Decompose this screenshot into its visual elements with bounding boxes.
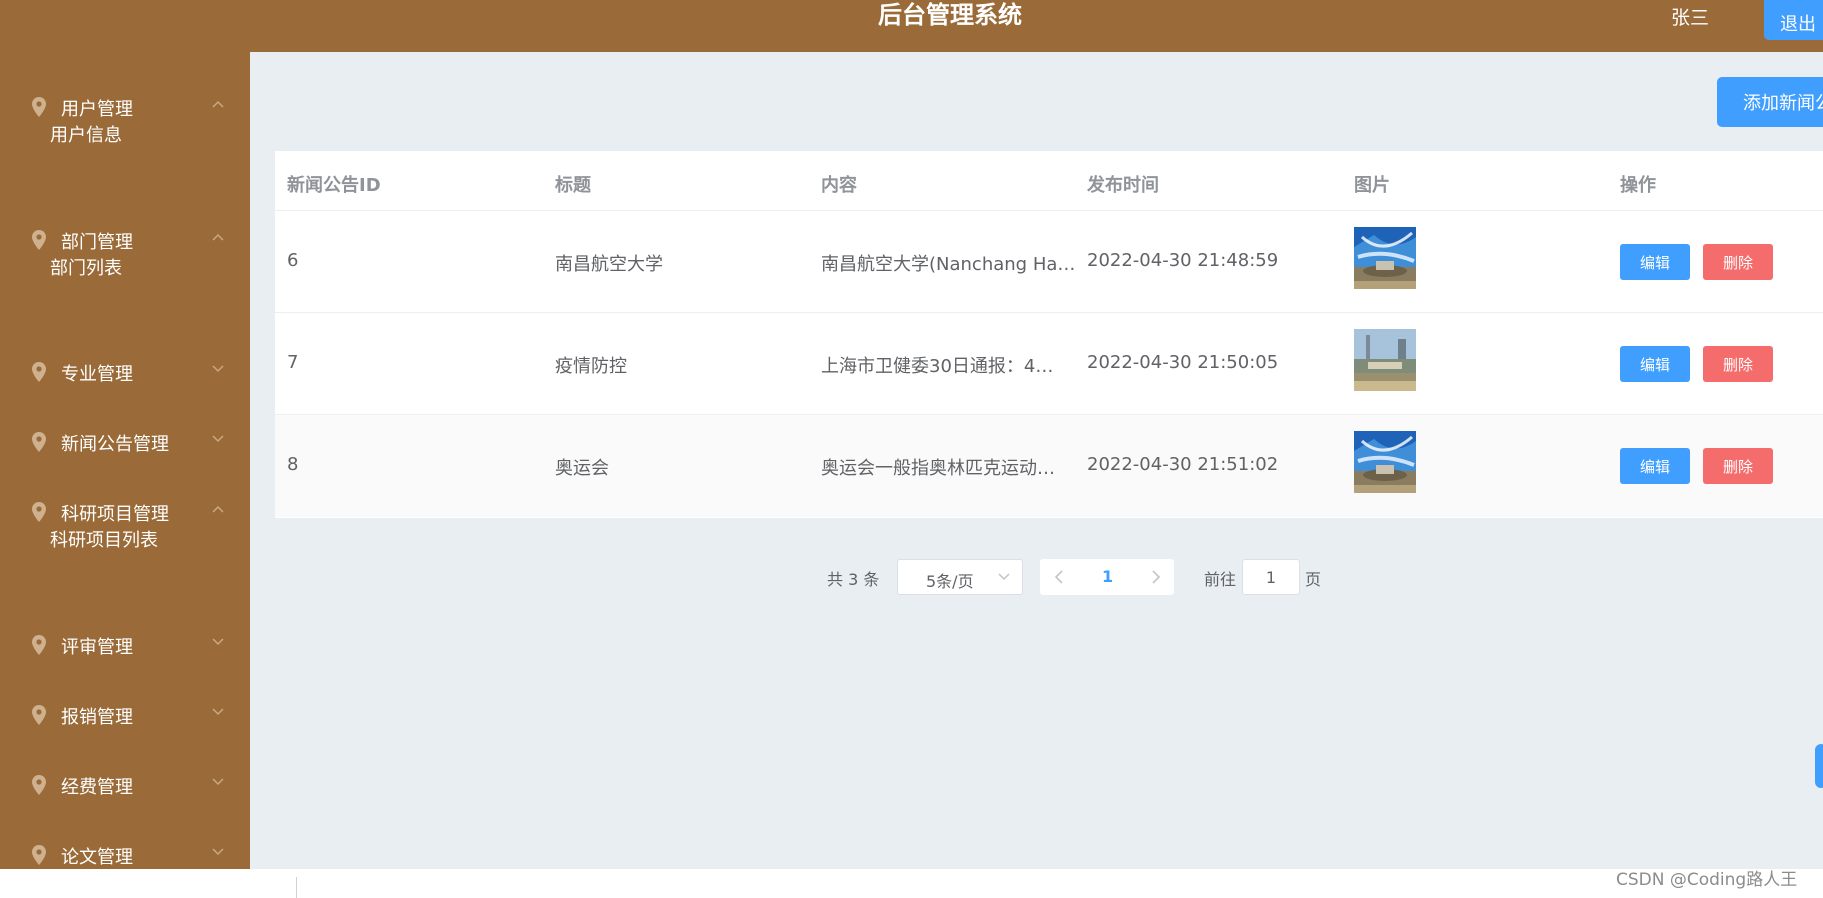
location-pin-icon xyxy=(32,362,46,382)
page-size-select[interactable]: 5条/页 xyxy=(897,559,1023,595)
menu-major-management[interactable]: 专业管理 xyxy=(0,352,250,392)
location-pin-icon xyxy=(32,705,46,725)
delete-button[interactable]: 删除 xyxy=(1703,346,1773,382)
chevron-down-icon xyxy=(998,573,1010,581)
column-header-image: 图片 xyxy=(1354,175,1390,196)
news-image-thumbnail[interactable] xyxy=(1354,227,1416,289)
sidebar-item-department-list[interactable]: 部门列表 xyxy=(50,254,122,280)
menu-funding-management[interactable]: 经费管理 xyxy=(0,765,250,805)
chevron-down-icon xyxy=(212,638,224,646)
edit-button[interactable]: 编辑 xyxy=(1620,346,1690,382)
cell-content: 奥运会一般指奥林匹克运动… xyxy=(821,458,1055,479)
bottom-divider xyxy=(296,877,297,898)
menu-label: 论文管理 xyxy=(61,847,133,868)
column-header-content: 内容 xyxy=(821,175,857,196)
news-image-thumbnail[interactable] xyxy=(1354,431,1416,493)
column-header-time: 发布时间 xyxy=(1087,175,1159,196)
location-pin-icon xyxy=(32,635,46,655)
goto-label: 前往 xyxy=(1204,570,1237,589)
chevron-up-icon xyxy=(212,233,224,241)
chevron-up-icon xyxy=(212,505,224,513)
cell-content: 上海市卫健委30日通报：4… xyxy=(821,356,1054,377)
menu-news-management[interactable]: 新闻公告管理 xyxy=(0,422,250,462)
news-image-thumbnail[interactable] xyxy=(1354,329,1416,391)
chevron-down-icon xyxy=(212,708,224,716)
app-title: 后台管理系统 xyxy=(878,1,1022,29)
menu-label: 部门管理 xyxy=(61,232,133,253)
delete-button[interactable]: 删除 xyxy=(1703,244,1773,280)
chevron-down-icon xyxy=(212,848,224,856)
location-pin-icon xyxy=(32,845,46,865)
top-bar: 后台管理系统 张三 退出 xyxy=(0,0,1823,52)
menu-user-management[interactable]: 用户管理 xyxy=(0,87,250,127)
chevron-left-icon[interactable] xyxy=(1053,569,1065,585)
location-pin-icon xyxy=(32,502,46,522)
menu-review-management[interactable]: 评审管理 xyxy=(0,625,250,665)
sidebar-item-user-info[interactable]: 用户信息 xyxy=(50,121,122,147)
menu-label: 经费管理 xyxy=(61,777,133,798)
chevron-right-icon[interactable] xyxy=(1150,569,1162,585)
news-table: 新闻公告ID 标题 内容 发布时间 图片 操作 6 南昌航空大学 南昌航空大学(… xyxy=(275,151,1823,518)
menu-label: 新闻公告管理 xyxy=(61,434,169,455)
menu-department-management[interactable]: 部门管理 xyxy=(0,220,250,260)
delete-button[interactable]: 删除 xyxy=(1703,448,1773,484)
column-header-id: 新闻公告ID xyxy=(287,175,381,196)
goto-suffix: 页 xyxy=(1305,570,1322,589)
table-row: 7 疫情防控 上海市卫健委30日通报：4… 2022-04-30 21:50:0… xyxy=(275,313,1823,415)
cell-time: 2022-04-30 21:51:02 xyxy=(1087,454,1279,475)
bottom-strip xyxy=(0,869,1823,898)
side-drawer-handle[interactable] xyxy=(1815,744,1823,788)
chevron-down-icon xyxy=(212,365,224,373)
cell-id: 6 xyxy=(287,250,299,271)
menu-label: 科研项目管理 xyxy=(61,504,169,525)
pagination-total: 共 3 条 xyxy=(827,570,880,589)
cell-title: 南昌航空大学 xyxy=(555,254,663,275)
cell-title: 奥运会 xyxy=(555,458,609,479)
chevron-up-icon xyxy=(212,100,224,108)
chevron-down-icon xyxy=(212,435,224,443)
location-pin-icon xyxy=(32,432,46,452)
chevron-down-icon xyxy=(212,778,224,786)
edit-button[interactable]: 编辑 xyxy=(1620,244,1690,280)
logout-button[interactable]: 退出 xyxy=(1764,0,1823,40)
user-name[interactable]: 张三 xyxy=(1671,3,1709,30)
menu-label: 用户管理 xyxy=(61,99,133,120)
page-size-value: 5条/页 xyxy=(926,572,974,591)
location-pin-icon xyxy=(32,775,46,795)
cell-title: 疫情防控 xyxy=(555,356,627,377)
cell-id: 8 xyxy=(287,454,299,475)
menu-label: 评审管理 xyxy=(61,637,133,658)
cell-time: 2022-04-30 21:50:05 xyxy=(1087,352,1279,373)
goto-page-input[interactable] xyxy=(1242,559,1300,595)
location-pin-icon xyxy=(32,97,46,117)
page-number-current[interactable]: 1 xyxy=(1102,567,1113,586)
menu-reimbursement-management[interactable]: 报销管理 xyxy=(0,695,250,735)
table-row: 8 奥运会 奥运会一般指奥林匹克运动… 2022-04-30 21:51:02 … xyxy=(275,415,1823,517)
column-header-actions: 操作 xyxy=(1620,175,1656,196)
menu-label: 报销管理 xyxy=(61,707,133,728)
pagination-pager: 1 xyxy=(1040,559,1174,595)
column-header-title: 标题 xyxy=(555,175,591,196)
add-news-button[interactable]: 添加新闻公告 xyxy=(1717,77,1823,127)
edit-button[interactable]: 编辑 xyxy=(1620,448,1690,484)
menu-label: 专业管理 xyxy=(61,364,133,385)
table-row: 6 南昌航空大学 南昌航空大学(Nanchang Ha… 2022-04-30 … xyxy=(275,211,1823,313)
cell-time: 2022-04-30 21:48:59 xyxy=(1087,250,1279,271)
location-pin-icon xyxy=(32,230,46,250)
sidebar-item-research-list[interactable]: 科研项目列表 xyxy=(50,526,158,552)
sidebar: 用户管理 用户信息 部门管理 部门列表 专业管理 新闻公告管理 科研项目管理 科… xyxy=(0,52,250,869)
watermark: CSDN @Coding路人王 xyxy=(1616,870,1798,890)
cell-id: 7 xyxy=(287,352,299,373)
cell-content: 南昌航空大学(Nanchang Ha… xyxy=(821,254,1076,275)
